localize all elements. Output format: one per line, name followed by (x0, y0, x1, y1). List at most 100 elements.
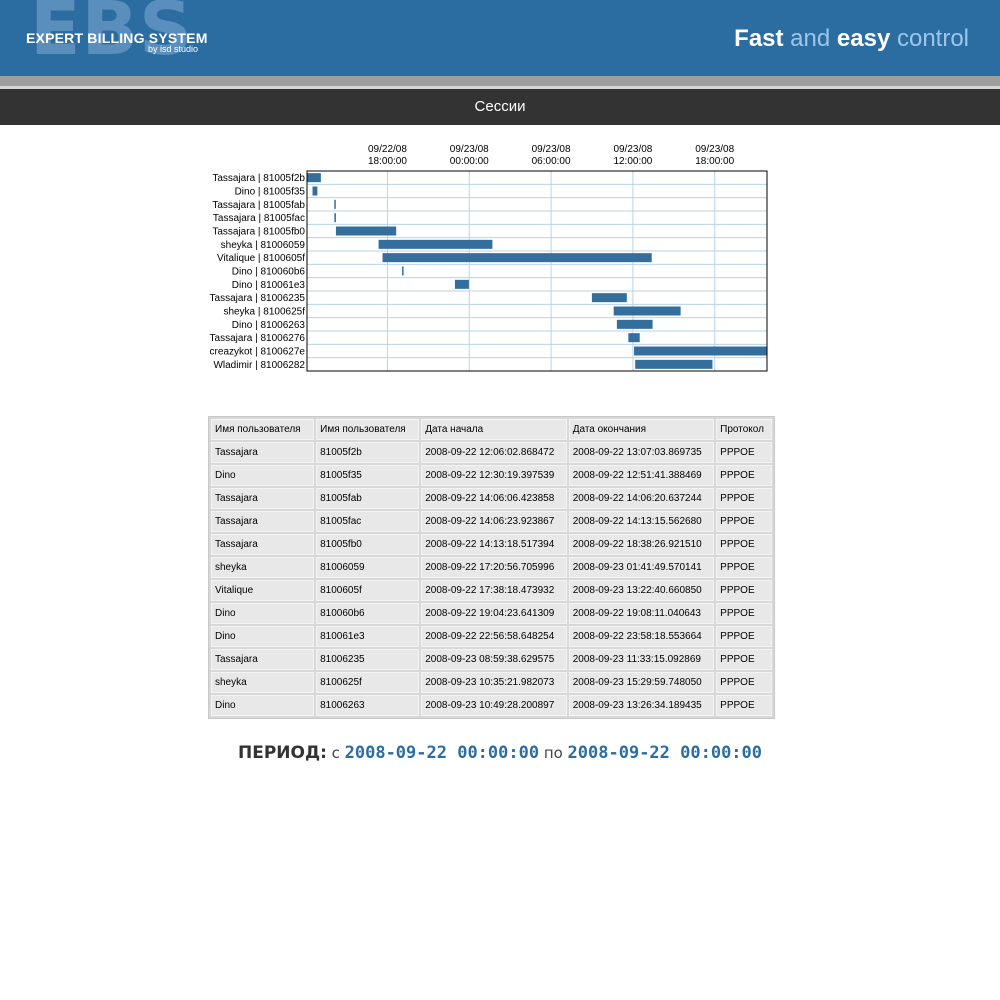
table-cell: 81006263 (316, 695, 420, 716)
session-label: sheyka | 8100625f (223, 307, 305, 318)
session-label: Vitalique | 8100605f (217, 253, 305, 264)
session-bar (334, 213, 336, 223)
table-cell: 2008-09-22 14:13:18.517394 (421, 534, 567, 555)
column-header: Имя пользователя (211, 419, 315, 440)
table-header-row: Имя пользователя Имя пользователя Дата нач… (211, 419, 772, 440)
session-bar (634, 346, 767, 356)
table-row: Tassajara 81005fb0 2008-09-22 14:13:18.517… (211, 534, 772, 555)
table-row: Tassajara 81005fac 2008-09-22 14:06:23.923… (211, 511, 772, 532)
table-cell: 2008-09-22 17:38:18.473932 (421, 580, 567, 601)
session-bar (613, 306, 681, 316)
x-tick-date: 09/23/08 (695, 144, 734, 155)
session-bar (312, 186, 318, 196)
session-label: Tassajara | 81005fb0 (212, 227, 305, 238)
session-label: Dino | 810060b6 (232, 267, 306, 278)
header-divider (0, 76, 1000, 86)
table-row: Dino 81006263 2008-09-23 10:49:28.200897 20… (211, 695, 772, 716)
session-label: Dino | 81005f35 (235, 187, 306, 198)
table-row: Dino 810061e3 2008-09-22 22:56:58.648254 20… (211, 626, 772, 647)
table-cell: PPPOE (716, 511, 772, 532)
tagline-easy: easy (836, 25, 891, 52)
x-tick-date: 09/22/08 (368, 144, 407, 155)
x-tick-time: 06:00:00 (532, 156, 571, 167)
table-cell: PPPOE (716, 603, 772, 624)
session-bar (307, 173, 321, 183)
period-to-date: 2008-09-22 00:00:00 (567, 743, 763, 763)
table-cell: PPPOE (716, 695, 772, 716)
table-cell: 81005fb0 (316, 534, 420, 555)
table-cell: 2008-09-23 10:35:21.982073 (421, 672, 567, 693)
session-label: Tassajara | 81006276 (210, 333, 306, 344)
table-cell: Tassajara (211, 511, 315, 532)
session-bar (382, 253, 652, 263)
column-header: Дата окончания (568, 419, 715, 440)
table-cell: Vitalique (211, 580, 315, 601)
table-cell: Tassajara (211, 649, 315, 670)
table-cell: 2008-09-22 12:30:19.397539 (421, 465, 567, 486)
table-cell: 81005fac (316, 511, 420, 532)
session-label: creazykot | 8100627e (210, 347, 306, 358)
table-cell: 2008-09-23 11:33:15.092869 (568, 649, 715, 670)
table-cell: 2008-09-22 23:58:18.553664 (568, 626, 715, 647)
x-tick-time: 18:00:00 (695, 156, 734, 167)
table-cell: 2008-09-22 14:06:06.423858 (421, 488, 567, 509)
table-row: sheyka 81006059 2008-09-22 17:20:56.705996… (211, 557, 772, 578)
x-tick-time: 12:00:00 (613, 156, 652, 167)
column-header: Протокол (716, 419, 772, 440)
sessions-table: Имя пользователя Имя пользователя Дата нач… (208, 416, 775, 719)
period-from-date: 2008-09-22 00:00:00 (344, 743, 540, 763)
column-header: Дата начала (421, 419, 567, 440)
table-cell: 2008-09-23 10:49:28.200897 (421, 695, 567, 716)
page-title-bar: Сессии (0, 89, 1000, 125)
tagline-and: and (783, 25, 837, 52)
table-row: Tassajara 81006235 2008-09-23 08:59:38.629… (211, 649, 772, 670)
table-cell: 2008-09-22 22:56:58.648254 (421, 626, 567, 647)
session-label: Tassajara | 81005fab (212, 200, 305, 211)
table-cell: sheyka (211, 557, 315, 578)
table-cell: 8100625f (316, 672, 420, 693)
table-cell: 81005fab (316, 488, 420, 509)
tagline: Fast and easy control (734, 25, 969, 53)
table-cell: 2008-09-23 01:41:49.570141 (568, 557, 715, 578)
tagline-control: control (890, 25, 969, 52)
table-cell: 8100605f (316, 580, 420, 601)
session-label: Dino | 81006263 (232, 320, 306, 331)
site-header: EBS EXPERT BILLING SYSTEM by isd studio … (0, 0, 1000, 76)
table-cell: 81006059 (316, 557, 420, 578)
x-tick-time: 00:00:00 (450, 156, 489, 167)
period-from-word: с (331, 744, 340, 762)
table-cell: Tassajara (211, 488, 315, 509)
table-row: sheyka 8100625f 2008-09-23 10:35:21.982073… (211, 672, 772, 693)
table-cell: 2008-09-22 18:38:26.921510 (568, 534, 715, 555)
session-label: Tassajara | 81005f2b (212, 173, 305, 184)
column-header: Имя пользователя (316, 419, 420, 440)
table-cell: 2008-09-22 12:51:41.388469 (568, 465, 715, 486)
table-cell: 2008-09-23 08:59:38.629575 (421, 649, 567, 670)
session-label: Dino | 810061e3 (232, 280, 306, 291)
table-cell: Dino (211, 695, 315, 716)
period-label: ПЕРИОД: (237, 743, 327, 763)
table-cell: PPPOE (716, 580, 772, 601)
table-cell: PPPOE (716, 557, 772, 578)
table-row: Tassajara 81005fab 2008-09-22 14:06:06.423… (211, 488, 772, 509)
session-bar (378, 239, 493, 249)
plot-frame (306, 170, 768, 372)
x-tick-date: 09/23/08 (613, 144, 652, 155)
table-cell: 2008-09-23 13:22:40.660850 (568, 580, 715, 601)
session-bar (402, 266, 404, 276)
table-row: Tassajara 81005f2b 2008-09-22 12:06:02.868… (211, 442, 772, 463)
table-cell: Dino (211, 465, 315, 486)
table-cell: Dino (211, 603, 315, 624)
table-cell: 2008-09-23 15:29:59.748050 (568, 672, 715, 693)
table-cell: PPPOE (716, 534, 772, 555)
table-row: Dino 81005f35 2008-09-22 12:30:19.397539 20… (211, 465, 772, 486)
session-bar (628, 333, 640, 343)
table-cell: PPPOE (716, 488, 772, 509)
table-cell: 810061e3 (316, 626, 420, 647)
session-bar (335, 226, 397, 236)
table-cell: 81005f35 (316, 465, 420, 486)
table-cell: PPPOE (716, 649, 772, 670)
table-row: Vitalique 8100605f 2008-09-22 17:38:18.473… (211, 580, 772, 601)
period-to-word: по (543, 744, 563, 762)
session-bar (616, 319, 653, 329)
